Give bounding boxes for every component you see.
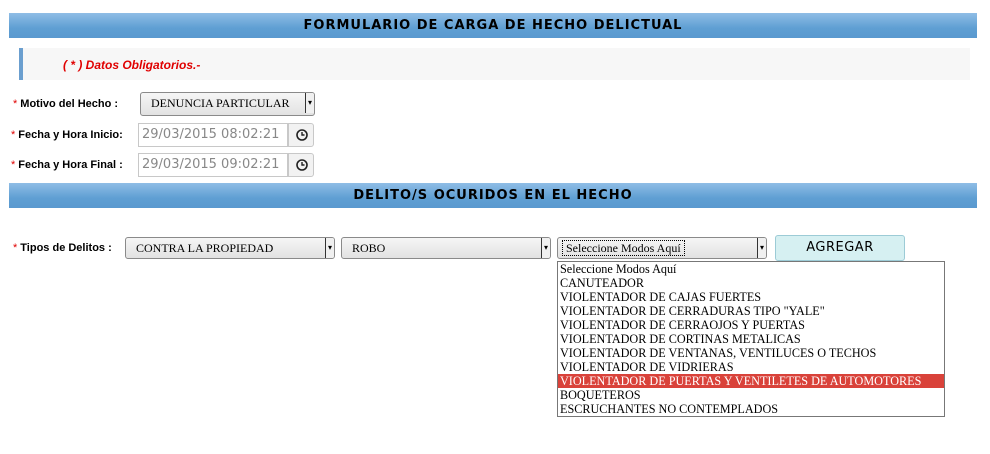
required-info-box: ( * ) Datos Obligatorios.- <box>19 48 970 80</box>
dropdown-option[interactable]: VIOLENTADOR DE VIDRIERAS <box>558 360 944 374</box>
required-mark: * <box>13 98 18 110</box>
dropdown-option[interactable]: VIOLENTADOR DE CAJAS FUERTES <box>558 290 944 304</box>
delitos-section-title: DELITO/S OCURIDOS EN EL HECHO <box>9 183 977 208</box>
required-mark: * <box>13 242 18 254</box>
subtipo-delito-value: ROBO <box>352 241 386 255</box>
dropdown-option[interactable]: BOQUETEROS <box>558 388 944 402</box>
tipo-delito-value: CONTRA LA PROPIEDAD <box>136 241 274 255</box>
chevron-down-icon: ▾ <box>325 238 334 258</box>
chevron-down-icon: ▾ <box>757 238 766 258</box>
modo-select[interactable]: Seleccione Modos Aquí ▾ <box>557 237 767 259</box>
tipos-delitos-label-text: Tipos de Delitos : <box>20 242 112 254</box>
chevron-down-icon: ▾ <box>541 238 550 258</box>
motivo-label: * Motivo del Hecho : <box>13 98 118 110</box>
clock-icon <box>296 129 308 141</box>
subtipo-delito-select[interactable]: ROBO ▾ <box>341 237 551 259</box>
fecha-inicio-label-text: Fecha y Hora Inicio: <box>18 129 123 141</box>
fecha-final-label-text: Fecha y Hora Final : <box>18 159 123 171</box>
motivo-label-text: Motivo del Hecho : <box>20 98 119 110</box>
dropdown-option[interactable]: VIOLENTADOR DE CERRAOJOS Y PUERTAS <box>558 318 944 332</box>
clock-icon <box>296 159 308 171</box>
required-note: ( * ) Datos Obligatorios.- <box>63 58 201 72</box>
fecha-inicio-label: * Fecha y Hora Inicio: <box>11 129 123 141</box>
fecha-final-clock-button[interactable] <box>288 153 314 177</box>
dropdown-option[interactable]: Seleccione Modos Aquí <box>558 262 944 276</box>
motivo-value: DENUNCIA PARTICULAR <box>151 96 290 110</box>
form-title: FORMULARIO DE CARGA DE HECHO DELICTUAL <box>9 13 977 38</box>
fecha-inicio-input[interactable]: 29/03/2015 08:02:21 <box>138 123 288 147</box>
fecha-final-input[interactable]: 29/03/2015 09:02:21 <box>138 153 288 177</box>
fecha-final-label: * Fecha y Hora Final : <box>11 159 123 171</box>
required-mark: * <box>11 159 16 171</box>
chevron-down-icon: ▾ <box>305 93 314 113</box>
tipo-delito-select[interactable]: CONTRA LA PROPIEDAD ▾ <box>125 237 335 259</box>
required-mark: * <box>11 129 16 141</box>
tipos-delitos-label: * Tipos de Delitos : <box>13 242 112 254</box>
modo-dropdown-list[interactable]: Seleccione Modos Aquí CANUTEADOR VIOLENT… <box>557 261 945 417</box>
motivo-select[interactable]: DENUNCIA PARTICULAR ▾ <box>140 92 315 116</box>
modo-value: Seleccione Modos Aquí <box>562 240 685 256</box>
dropdown-option[interactable]: ESCRUCHANTES NO CONTEMPLADOS <box>558 402 944 416</box>
dropdown-option[interactable]: VIOLENTADOR DE CERRADURAS TIPO "YALE" <box>558 304 944 318</box>
agregar-button[interactable]: AGREGAR <box>775 235 905 261</box>
dropdown-option[interactable]: CANUTEADOR <box>558 276 944 290</box>
dropdown-option[interactable]: VIOLENTADOR DE VENTANAS, VENTILUCES O TE… <box>558 346 944 360</box>
dropdown-option[interactable]: VIOLENTADOR DE CORTINAS METALICAS <box>558 332 944 346</box>
fecha-inicio-clock-button[interactable] <box>288 123 314 147</box>
dropdown-option-highlighted[interactable]: VIOLENTADOR DE PUERTAS Y VENTILETES DE A… <box>558 374 944 388</box>
